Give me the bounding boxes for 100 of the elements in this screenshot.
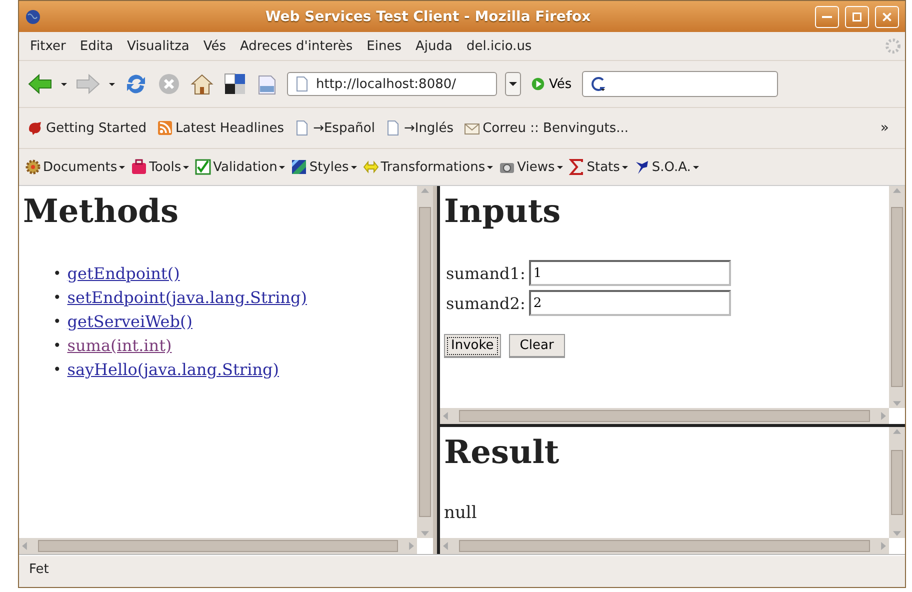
menu-item[interactable]: Ajuda bbox=[408, 36, 460, 56]
home-icon bbox=[189, 72, 215, 96]
page-icon bbox=[384, 120, 401, 136]
method-link[interactable]: getEndpoint() bbox=[67, 262, 180, 286]
field-label: sumand1: bbox=[446, 264, 526, 282]
throbber-icon bbox=[885, 38, 901, 54]
menu-item[interactable]: Adreces d'interès bbox=[233, 36, 360, 56]
menu-item[interactable]: Eines bbox=[360, 36, 408, 56]
palette-icon bbox=[291, 159, 308, 175]
bookmark[interactable]: →Español bbox=[294, 120, 375, 136]
toolbar-menu[interactable]: Validation bbox=[195, 159, 286, 175]
result-heading: Result bbox=[444, 433, 560, 471]
address-field[interactable]: http://localhost:8080/ bbox=[287, 72, 497, 96]
caret-icon bbox=[487, 166, 494, 168]
sigma-icon bbox=[568, 159, 585, 175]
scroll-left-icon[interactable] bbox=[22, 542, 27, 550]
toolbar-menu[interactable]: Transformations bbox=[362, 159, 494, 175]
bullet: • bbox=[53, 265, 62, 284]
overflow-chevron[interactable]: » bbox=[872, 120, 897, 136]
maximize-icon bbox=[851, 10, 863, 22]
form-button[interactable]: Clear bbox=[508, 334, 565, 358]
minimize-button[interactable] bbox=[815, 6, 839, 28]
caret-icon bbox=[692, 166, 699, 168]
scroll-left-icon[interactable] bbox=[443, 412, 448, 420]
scroll-up-icon[interactable] bbox=[421, 188, 429, 193]
status-text: Fet bbox=[29, 562, 49, 576]
caret-icon bbox=[61, 82, 67, 86]
scroll-left-icon[interactable] bbox=[443, 542, 448, 550]
horizontal-scrollbar[interactable] bbox=[440, 408, 889, 424]
bookmark[interactable]: Getting Started bbox=[27, 120, 147, 136]
horizontal-scrollbar[interactable] bbox=[440, 538, 889, 554]
method-link[interactable]: setEndpoint(java.lang.String) bbox=[67, 286, 307, 310]
search-engine-icon bbox=[588, 76, 607, 92]
creature-icon bbox=[27, 120, 43, 136]
menu-item[interactable]: Edita bbox=[72, 36, 120, 56]
toolbar-menu[interactable]: S.O.A. bbox=[634, 159, 699, 175]
field-label: sumand2: bbox=[446, 294, 526, 312]
toolbar-menu[interactable]: Tools bbox=[131, 159, 190, 175]
scroll-right-icon[interactable] bbox=[409, 542, 414, 550]
caret-icon bbox=[119, 166, 126, 168]
toolbar-menu[interactable]: Stats bbox=[568, 159, 628, 175]
input-field[interactable]: 1 bbox=[529, 260, 732, 286]
bookmark[interactable]: →Inglés bbox=[384, 120, 454, 136]
bullet: • bbox=[53, 313, 62, 332]
search-field[interactable] bbox=[582, 71, 778, 97]
squares-icon bbox=[223, 72, 247, 96]
forward-icon bbox=[75, 72, 101, 96]
play-icon bbox=[531, 77, 545, 91]
page-icon bbox=[294, 120, 310, 136]
bullet: • bbox=[53, 337, 62, 356]
caret-icon bbox=[556, 166, 563, 168]
maximize-button[interactable] bbox=[845, 6, 869, 28]
toolbar-menu[interactable]: Documents bbox=[25, 159, 126, 175]
caret-icon bbox=[279, 166, 286, 168]
go-button[interactable]: Vés bbox=[529, 74, 574, 94]
caret-icon bbox=[109, 82, 115, 86]
menu-item[interactable]: Vés bbox=[196, 36, 234, 56]
menu-item[interactable]: del.icio.us bbox=[459, 36, 539, 56]
scroll-down-icon[interactable] bbox=[421, 531, 429, 536]
form-button[interactable]: Invoke bbox=[444, 334, 501, 358]
toolbox-icon bbox=[131, 159, 148, 175]
menu-item[interactable]: Fitxer bbox=[23, 36, 73, 56]
input-field[interactable]: 2 bbox=[529, 290, 732, 316]
swap-icon bbox=[362, 159, 379, 175]
page-icon bbox=[294, 76, 310, 92]
scroll-up-icon[interactable] bbox=[893, 188, 901, 193]
history-dropdown[interactable] bbox=[505, 72, 521, 96]
bookmark[interactable]: Correu :: Benvinguts... bbox=[464, 120, 629, 136]
horizontal-scrollbar[interactable] bbox=[19, 538, 417, 554]
close-button[interactable] bbox=[875, 6, 899, 28]
back-icon bbox=[27, 72, 53, 96]
minimize-icon bbox=[822, 16, 832, 18]
method-link[interactable]: suma(int.int) bbox=[67, 334, 172, 358]
method-link[interactable]: sayHello(java.lang.String) bbox=[67, 358, 279, 382]
caret-icon bbox=[183, 166, 190, 168]
scroll-up-icon[interactable] bbox=[893, 429, 901, 434]
scroll-right-icon[interactable] bbox=[881, 412, 886, 420]
bullet: • bbox=[53, 289, 62, 308]
vertical-scrollbar[interactable] bbox=[417, 186, 433, 538]
menu-item[interactable]: Visualitza bbox=[120, 36, 196, 56]
inputs-heading: Inputs bbox=[444, 192, 562, 230]
caret-icon bbox=[350, 166, 357, 168]
stop-icon bbox=[157, 72, 181, 96]
globe-icon bbox=[25, 8, 41, 24]
toolbar-menu[interactable]: Styles bbox=[291, 159, 357, 175]
scroll-right-icon[interactable] bbox=[881, 542, 886, 550]
method-link[interactable]: getServeiWeb() bbox=[67, 310, 192, 334]
checkbox-icon bbox=[195, 159, 212, 175]
scroll-down-icon[interactable] bbox=[893, 531, 901, 536]
vertical-scrollbar[interactable] bbox=[889, 186, 905, 408]
scroll-down-icon[interactable] bbox=[893, 401, 901, 406]
window-title: Web Services Test Client - Mozilla Firefox bbox=[264, 8, 592, 24]
result-text: null bbox=[444, 503, 478, 523]
caret-icon bbox=[509, 82, 517, 86]
toolbar-menu[interactable]: Views bbox=[499, 159, 563, 175]
bookmark[interactable]: Latest Headlines bbox=[156, 120, 284, 136]
bullet: • bbox=[53, 361, 62, 380]
gear-icon bbox=[25, 159, 41, 175]
vertical-scrollbar[interactable] bbox=[889, 427, 905, 538]
close-icon bbox=[881, 10, 893, 22]
